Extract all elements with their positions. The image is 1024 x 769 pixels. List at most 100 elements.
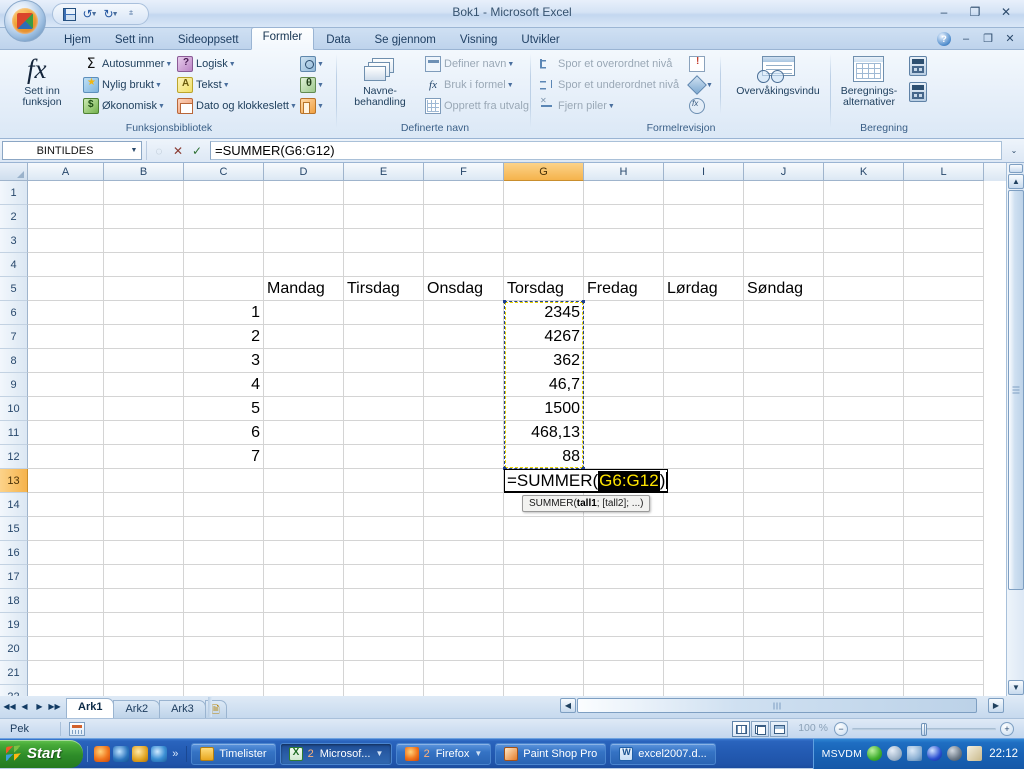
- cell-e15[interactable]: [344, 517, 424, 541]
- row-header-13[interactable]: 13: [0, 469, 28, 493]
- cell-e5[interactable]: Tirsdag: [344, 277, 424, 301]
- cell-b11[interactable]: [104, 421, 184, 445]
- cell-h8[interactable]: [584, 349, 664, 373]
- cell-d14[interactable]: [264, 493, 344, 517]
- cell-f16[interactable]: [424, 541, 504, 565]
- cell-l10[interactable]: [904, 397, 984, 421]
- select-all-button[interactable]: [0, 163, 28, 181]
- cell-e21[interactable]: [344, 661, 424, 685]
- cell-h15[interactable]: [584, 517, 664, 541]
- row-header-8[interactable]: 8: [0, 349, 28, 373]
- cell-g19[interactable]: [504, 613, 584, 637]
- column-header-d[interactable]: D: [264, 163, 344, 181]
- row-header-5[interactable]: 5: [0, 277, 28, 301]
- quick-launch-more-button[interactable]: »: [172, 748, 178, 760]
- cell-k18[interactable]: [824, 589, 904, 613]
- logical-button[interactable]: Logisk ▼: [174, 54, 239, 74]
- split-handle-vertical[interactable]: [1009, 164, 1023, 173]
- cell-a7[interactable]: [28, 325, 104, 349]
- cell-e8[interactable]: [344, 349, 424, 373]
- restore-button[interactable]: ❐: [961, 3, 989, 21]
- cell-i3[interactable]: [664, 229, 744, 253]
- cell-a8[interactable]: [28, 349, 104, 373]
- cell-c11[interactable]: 6: [184, 421, 264, 445]
- cell-l19[interactable]: [904, 613, 984, 637]
- cell-d9[interactable]: [264, 373, 344, 397]
- cell-c4[interactable]: [184, 253, 264, 277]
- cell-c2[interactable]: [184, 205, 264, 229]
- tab-data[interactable]: Data: [314, 30, 362, 50]
- office-button[interactable]: [4, 0, 46, 42]
- cell-a11[interactable]: [28, 421, 104, 445]
- create-from-selection-button[interactable]: Opprett fra utvalg: [422, 96, 532, 116]
- cell-h17[interactable]: [584, 565, 664, 589]
- cell-h19[interactable]: [584, 613, 664, 637]
- row-header-15[interactable]: 15: [0, 517, 28, 541]
- cell-a17[interactable]: [28, 565, 104, 589]
- zoom-in-button[interactable]: +: [1000, 722, 1014, 736]
- cell-f21[interactable]: [424, 661, 504, 685]
- cell-l21[interactable]: [904, 661, 984, 685]
- cell-b18[interactable]: [104, 589, 184, 613]
- cell-i7[interactable]: [664, 325, 744, 349]
- cell-c20[interactable]: [184, 637, 264, 661]
- cell-j8[interactable]: [744, 349, 824, 373]
- cell-g3[interactable]: [504, 229, 584, 253]
- cell-l14[interactable]: [904, 493, 984, 517]
- cell-k10[interactable]: [824, 397, 904, 421]
- cell-b21[interactable]: [104, 661, 184, 685]
- cell-a19[interactable]: [28, 613, 104, 637]
- cell-f18[interactable]: [424, 589, 504, 613]
- cell-d12[interactable]: [264, 445, 344, 469]
- cell-b17[interactable]: [104, 565, 184, 589]
- cell-i21[interactable]: [664, 661, 744, 685]
- row-header-14[interactable]: 14: [0, 493, 28, 517]
- cell-i16[interactable]: [664, 541, 744, 565]
- row-header-4[interactable]: 4: [0, 253, 28, 277]
- cell-b4[interactable]: [104, 253, 184, 277]
- sheet-tab-ark1[interactable]: Ark1: [66, 698, 115, 718]
- cell-b15[interactable]: [104, 517, 184, 541]
- row-header-18[interactable]: 18: [0, 589, 28, 613]
- cell-h10[interactable]: [584, 397, 664, 421]
- row-header-19[interactable]: 19: [0, 613, 28, 637]
- cell-i12[interactable]: [664, 445, 744, 469]
- cell-j9[interactable]: [744, 373, 824, 397]
- cell-a5[interactable]: [28, 277, 104, 301]
- cell-d5[interactable]: Mandag: [264, 277, 344, 301]
- cell-j15[interactable]: [744, 517, 824, 541]
- tab-split-handle[interactable]: [208, 697, 212, 717]
- cell-i22[interactable]: [664, 685, 744, 696]
- cell-f9[interactable]: [424, 373, 504, 397]
- cell-l11[interactable]: [904, 421, 984, 445]
- cell-j22[interactable]: [744, 685, 824, 696]
- cell-c18[interactable]: [184, 589, 264, 613]
- cell-c5[interactable]: [184, 277, 264, 301]
- cell-i9[interactable]: [664, 373, 744, 397]
- cell-i10[interactable]: [664, 397, 744, 421]
- tab-sideoppsett[interactable]: Sideoppsett: [166, 30, 251, 50]
- cell-l7[interactable]: [904, 325, 984, 349]
- cell-g9[interactable]: 46,7: [504, 373, 584, 397]
- cell-l3[interactable]: [904, 229, 984, 253]
- cell-e20[interactable]: [344, 637, 424, 661]
- taskbar-button-excel2007-doc[interactable]: excel2007.d...: [610, 742, 716, 765]
- trace-dependents-button[interactable]: Spor et underordnet nivå: [536, 75, 682, 95]
- cell-f6[interactable]: [424, 301, 504, 325]
- cell-h5[interactable]: Fredag: [584, 277, 664, 301]
- tab-utvikler[interactable]: Utvikler: [509, 30, 571, 50]
- cell-g21[interactable]: [504, 661, 584, 685]
- cell-k16[interactable]: [824, 541, 904, 565]
- cell-j5[interactable]: Søndag: [744, 277, 824, 301]
- document-restore-button[interactable]: ❐: [978, 30, 998, 47]
- taskbar-button-paint-shop-pro[interactable]: Paint Shop Pro: [495, 742, 607, 765]
- row-header-21[interactable]: 21: [0, 661, 28, 685]
- cell-g8[interactable]: 362: [504, 349, 584, 373]
- cell-g10[interactable]: 1500: [504, 397, 584, 421]
- cell-l9[interactable]: [904, 373, 984, 397]
- cell-d7[interactable]: [264, 325, 344, 349]
- cell-g16[interactable]: [504, 541, 584, 565]
- cell-g4[interactable]: [504, 253, 584, 277]
- pen-icon[interactable]: [967, 746, 983, 761]
- cell-k19[interactable]: [824, 613, 904, 637]
